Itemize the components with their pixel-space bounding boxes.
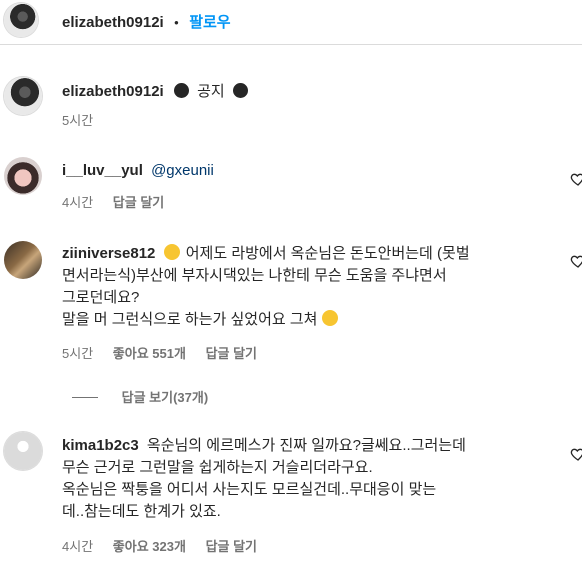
comment-username[interactable]: i__luv__yul — [62, 162, 143, 179]
caption-time[interactable]: 5시간 — [62, 113, 93, 128]
view-replies-label: 답글 보기(37개) — [121, 390, 209, 405]
view-replies-button[interactable]: 답글 보기(37개) — [72, 387, 208, 406]
comment-text-line: 데..참는데도 한계가 있죠. — [62, 503, 221, 520]
comment-body: kima1b2c3 옥순님의 에르메스가 진짜 일까요?글쎄요..그러는데 무슨… — [62, 435, 466, 523]
comment-time[interactable]: 4시간 — [62, 539, 93, 554]
reply-button[interactable]: 답글 달기 — [206, 539, 257, 554]
dot-icon — [232, 83, 248, 98]
header-separator: • — [174, 15, 179, 30]
author-avatar[interactable] — [4, 3, 38, 37]
comment-last-line: 말을 머 그런식으로 하는가 싶었어요 그쳐 — [62, 309, 582, 331]
comment-first-line: kima1b2c3 옥순님의 에르메스가 진짜 일까요?글쎄요..그러는데 — [62, 435, 466, 457]
comment-text-line: 옥순님의 에르메스가 진짜 일까요?글쎄요..그러는데 — [146, 437, 466, 454]
confused-face-emoji — [321, 310, 338, 326]
header-username[interactable]: elizabeth0912i — [62, 14, 164, 31]
comment-username[interactable]: kima1b2c3 — [62, 437, 139, 454]
heart-icon[interactable] — [570, 446, 582, 462]
header-row: elizabeth0912i • 팔로우 — [62, 11, 231, 32]
dot-icon — [173, 83, 189, 98]
reply-button[interactable]: 답글 달기 — [206, 346, 257, 361]
comment-likes[interactable]: 좋아요 323개 — [113, 539, 186, 554]
caption-text: 공지 — [197, 83, 225, 100]
post-header: elizabeth0912i • 팔로우 — [0, 0, 582, 45]
comment-time[interactable]: 5시간 — [62, 346, 93, 361]
commenter-avatar[interactable] — [4, 241, 42, 279]
comment-meta: 4시간 좋아요 323개 답글 달기 — [62, 536, 273, 555]
heart-icon[interactable] — [570, 253, 582, 269]
commenter-avatar[interactable] — [4, 432, 42, 470]
comment-first-line: ziiniverse812 어제도 라방에서 옥순님은 돈도안버는데 (못벌 — [62, 243, 582, 265]
comment-time[interactable]: 4시간 — [62, 195, 93, 210]
caption-username[interactable]: elizabeth0912i — [62, 83, 164, 100]
comment-text-line: 어제도 라방에서 옥순님은 돈도안버는데 (못벌 — [185, 245, 470, 262]
caption-avatar[interactable] — [4, 77, 42, 115]
reply-button[interactable]: 답글 달기 — [113, 195, 164, 210]
comment-likes[interactable]: 좋아요 551개 — [113, 346, 186, 361]
comment-body: ziiniverse812 어제도 라방에서 옥순님은 돈도안버는데 (못벌 면… — [62, 243, 582, 331]
comment-username[interactable]: ziiniverse812 — [62, 245, 155, 262]
comment-body: i__luv__yul @gxeunii — [62, 160, 214, 182]
comment-text-line: 면서라는식)부산에 부자시댁있는 나한테 무슨 도움을 주냐면서 — [62, 267, 447, 284]
follow-button[interactable]: 팔로우 — [189, 14, 230, 31]
commenter-avatar[interactable] — [4, 157, 42, 195]
comment-text-line: 그로던데요? — [62, 289, 140, 306]
comment-text-line[interactable]: @gxeunii — [151, 162, 214, 179]
face-with-open-eyes-and-hand-over-mouth-emoji — [163, 244, 180, 260]
comment-meta: 4시간 답글 달기 — [62, 192, 180, 211]
comment-text-line: 무슨 근거로 그런말을 쉽게하는지 거슬리더라구요. — [62, 459, 373, 476]
view-replies-line — [72, 397, 98, 398]
caption-meta: 5시간 — [62, 110, 109, 129]
comment-text-line: 말을 머 그런식으로 하는가 싶었어요 그쳐 — [62, 311, 318, 328]
comment-meta: 5시간 좋아요 551개 답글 달기 — [62, 343, 273, 362]
comment-text-line: 옥순님은 짝퉁을 어디서 사는지도 모르실건데..무대응이 맞는 — [62, 481, 437, 498]
heart-icon[interactable] — [570, 171, 582, 187]
caption-row: elizabeth0912i 공지 — [62, 80, 248, 101]
